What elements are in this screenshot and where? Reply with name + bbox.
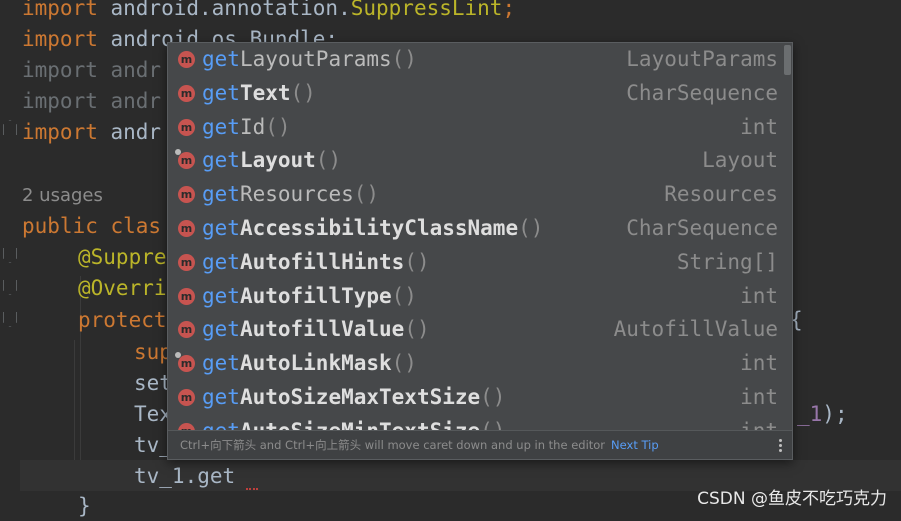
completion-method-name: getResources() [202, 178, 379, 212]
code-line: import andr [22, 89, 162, 113]
completion-method-name: getAccessibilityClassName() [202, 212, 543, 246]
completion-item[interactable]: m getResources() Resources [168, 178, 792, 212]
method-parens: () [391, 47, 417, 71]
completion-item[interactable]: m getAutofillHints() String[] [168, 246, 792, 280]
method-icon: m [178, 118, 195, 136]
matched-prefix: get [202, 317, 240, 342]
completion-item[interactable]: m getAccessibilityClassName() CharSequence [168, 212, 792, 246]
return-type: String[] [676, 249, 778, 274]
completion-method-name: getAutoLinkMask() [202, 347, 417, 381]
matched-prefix: get [202, 215, 240, 240]
matched-prefix: get [202, 283, 240, 308]
completion-method-name: getText() [202, 77, 316, 111]
popup-scrollbar[interactable] [784, 45, 791, 75]
method-parens: () [315, 148, 342, 173]
error-underline [246, 484, 258, 490]
completion-method-name: getAutofillType() [202, 280, 417, 314]
method-suffix: Layout [239, 148, 316, 173]
code-line: @Suppre [78, 245, 167, 269]
method-icon: m [178, 388, 195, 406]
return-type: CharSequence [626, 215, 778, 240]
method-parens: () [290, 80, 316, 105]
completion-method-name: getAutofillHints() [202, 246, 430, 280]
method-parens: () [391, 351, 417, 376]
code-line: protect [78, 308, 167, 332]
matched-prefix: get [202, 80, 240, 105]
matched-prefix: get [202, 148, 240, 173]
matched-prefix: get [202, 114, 240, 139]
method-suffix: LayoutParams [239, 47, 392, 71]
matched-prefix: get [202, 47, 240, 71]
method-suffix: AutoSizeMaxTextSize [239, 384, 481, 409]
method-parens: () [404, 317, 430, 342]
method-icon: m [175, 149, 195, 170]
method-suffix: AutofillType [239, 283, 392, 308]
method-icon: m [178, 287, 195, 305]
method-suffix: AutofillValue [239, 317, 405, 342]
method-suffix: AutofillHints [239, 249, 405, 274]
watermark: CSDN @鱼皮不吃巧克力 [697, 489, 887, 509]
matched-prefix: get [202, 384, 240, 409]
method-parens: () [518, 215, 544, 240]
completion-item[interactable]: m getId() int [168, 111, 792, 145]
method-parens: () [265, 114, 291, 139]
completion-item[interactable]: m getAutoLinkMask() int [168, 347, 792, 381]
return-type: int [740, 351, 778, 376]
matched-prefix: get [202, 351, 240, 376]
footer-hint: Ctrl+向下箭头 and Ctrl+向上箭头 will move caret … [180, 438, 606, 452]
method-parens: () [404, 249, 430, 274]
code-line: import andr [22, 120, 162, 144]
matched-prefix: get [202, 249, 240, 274]
method-suffix: Id [239, 114, 266, 139]
method-parens: () [391, 283, 417, 308]
completion-footer: Ctrl+向下箭头 and Ctrl+向上箭头 will move caret … [168, 430, 792, 459]
method-icon: m [178, 186, 195, 204]
method-suffix: Resources [239, 182, 354, 207]
method-icon: m [178, 219, 195, 237]
completion-item[interactable]: m getAutoSizeMaxTextSize() int [168, 381, 792, 415]
return-type: Resources [664, 182, 778, 207]
completion-method-name: getId() [202, 111, 291, 145]
completion-method-name: getAutofillValue() [202, 313, 430, 347]
next-tip-link[interactable]: Next Tip [611, 438, 659, 452]
completion-list[interactable]: m getLayoutParams() LayoutParams m getText()… [168, 43, 792, 432]
completion-item[interactable]: m getAutofillType() int [168, 280, 792, 314]
override-marker-icon [175, 352, 181, 359]
more-options-icon[interactable] [779, 439, 782, 454]
completion-item[interactable]: m getText() CharSequence [168, 77, 792, 111]
method-parens: () [480, 384, 506, 409]
method-icon: m [175, 352, 195, 373]
method-icon: m [178, 51, 195, 68]
usages-hint[interactable]: 2 usages [22, 181, 103, 211]
completion-item[interactable]: m getAutofillValue() AutofillValue [168, 313, 792, 347]
current-code-line[interactable]: tv_1.get [134, 461, 235, 491]
return-type: int [740, 114, 778, 139]
completion-item[interactable]: m getLayoutParams() LayoutParams [168, 43, 792, 77]
completion-method-name: getAutoSizeMaxTextSize() [202, 381, 505, 415]
return-type: AutofillValue [613, 317, 778, 342]
code-line: import android.annotation.SuppressLint; [22, 0, 516, 20]
completion-method-name: getLayout() [202, 144, 341, 178]
return-type: int [740, 384, 778, 409]
method-suffix: AutoLinkMask [239, 351, 392, 376]
return-type: CharSequence [626, 80, 778, 105]
method-icon: m [178, 84, 195, 102]
method-suffix: AccessibilityClassName [239, 215, 519, 240]
completion-method-name: getLayoutParams() [202, 43, 417, 77]
method-icon: m [178, 253, 195, 271]
method-suffix: Text [239, 80, 291, 105]
matched-prefix: get [202, 182, 240, 207]
return-type: int [740, 283, 778, 308]
return-type: LayoutParams [626, 47, 778, 71]
return-type: Layout [702, 148, 778, 173]
method-icon: m [178, 321, 195, 339]
completion-popup[interactable]: m getLayoutParams() LayoutParams m getText()… [167, 42, 793, 460]
code-line: @Overri [78, 276, 167, 300]
completion-item[interactable]: m getLayout() Layout [168, 144, 792, 178]
code-line: public clas [22, 214, 162, 238]
code-line-tail: _1); [797, 402, 848, 426]
code-line: import andr [22, 58, 162, 82]
method-parens: () [353, 182, 380, 207]
override-marker-icon [175, 149, 181, 156]
